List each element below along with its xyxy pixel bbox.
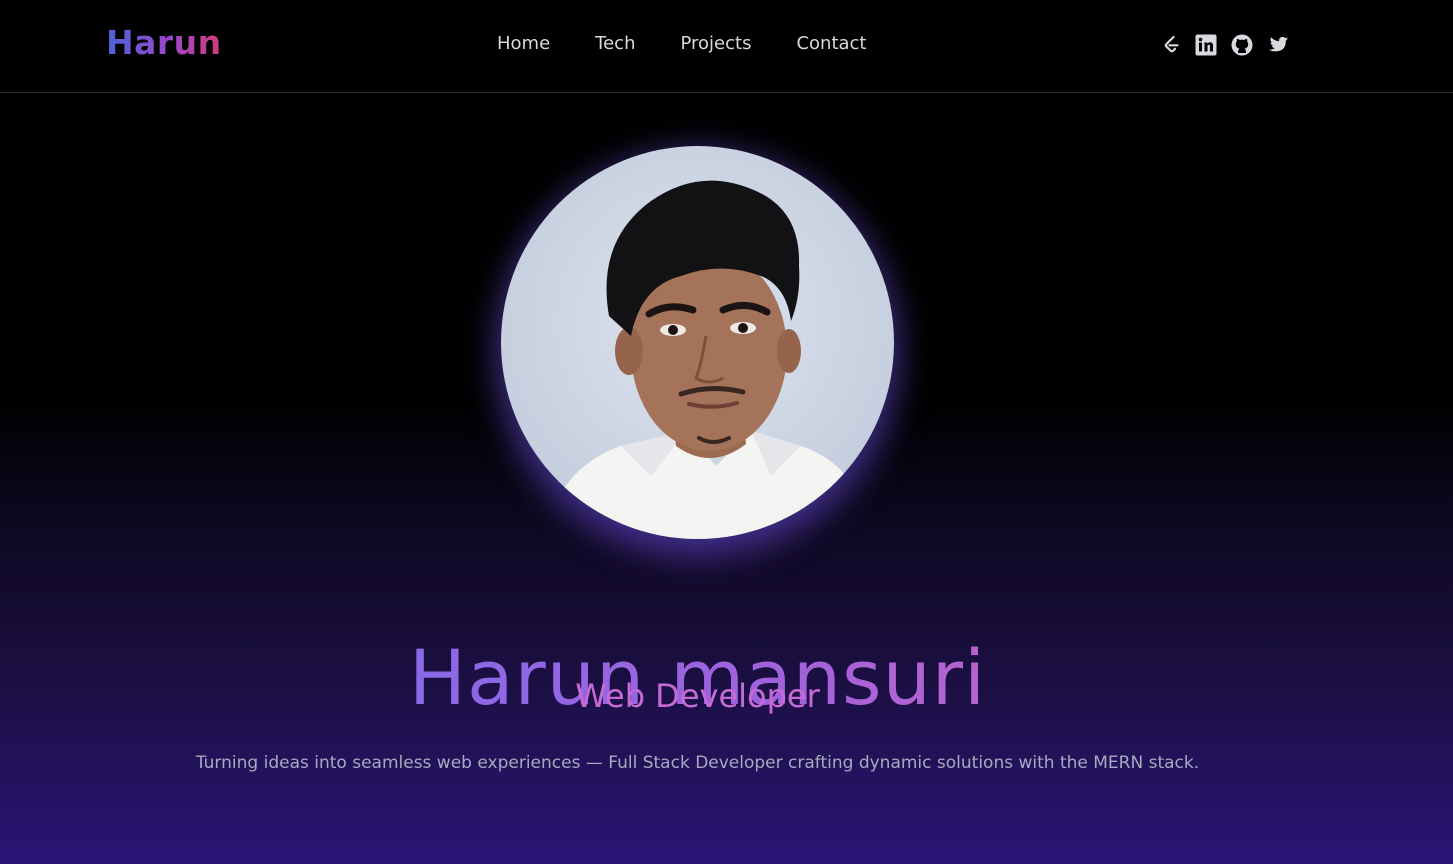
main-nav: Home Tech Projects Contact <box>497 33 866 54</box>
social-links <box>1158 33 1290 57</box>
github-icon[interactable] <box>1230 33 1254 57</box>
leetcode-icon[interactable] <box>1158 33 1182 57</box>
profile-photo <box>501 146 894 539</box>
twitter-icon[interactable] <box>1266 33 1290 57</box>
top-navbar: Harun Home Tech Projects Contact <box>0 0 1453 93</box>
nav-link-home[interactable]: Home <box>497 33 550 54</box>
nav-link-projects[interactable]: Projects <box>680 33 751 54</box>
hero-tagline: Turning ideas into seamless web experien… <box>195 753 1200 773</box>
site-logo[interactable]: Harun <box>106 23 222 62</box>
portfolio-page: Harun Home Tech Projects Contact Harun m… <box>0 0 1453 864</box>
profile-portrait <box>541 180 871 539</box>
nav-link-contact[interactable]: Contact <box>796 33 866 54</box>
hero-role: Web Developer <box>575 677 820 715</box>
linkedin-icon[interactable] <box>1194 33 1218 57</box>
nav-link-tech[interactable]: Tech <box>595 33 635 54</box>
